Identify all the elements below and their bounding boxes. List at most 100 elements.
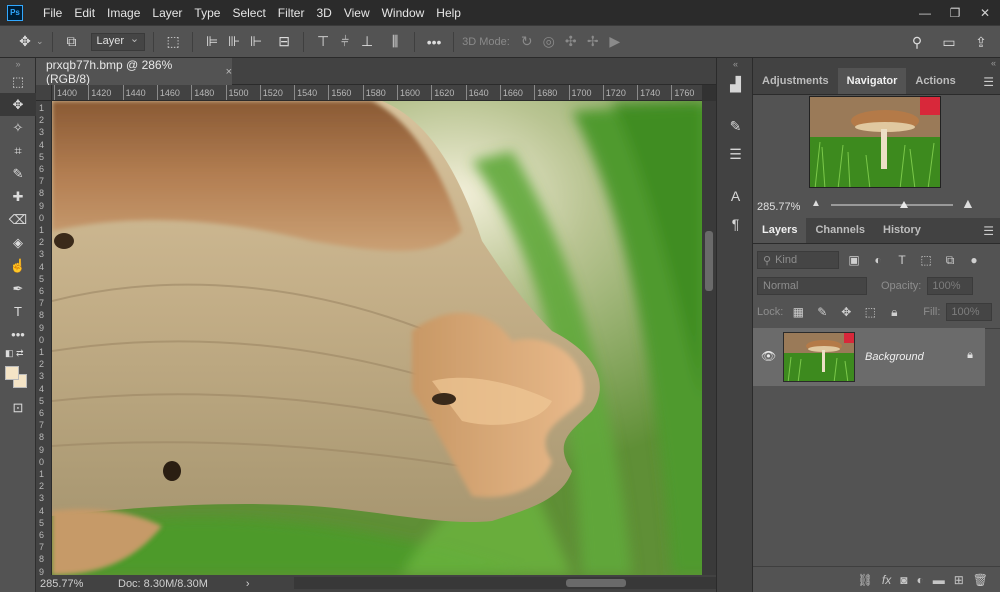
lock-all-icon[interactable]: 🔒︎ — [885, 305, 903, 320]
panel-menu-icon[interactable]: ☰ — [983, 75, 994, 89]
menu-filter[interactable]: Filter — [272, 6, 311, 20]
paint-bucket-tool-icon[interactable]: ◈ — [0, 231, 36, 254]
add-mask-icon[interactable]: ◙ — [900, 573, 907, 587]
type-tool-icon[interactable]: T — [0, 300, 36, 323]
image-canvas[interactable] — [52, 101, 702, 575]
align-top-icon[interactable]: ⊤ — [312, 33, 334, 50]
menu-window[interactable]: Window — [376, 6, 431, 20]
share-icon[interactable]: ⇪ — [970, 34, 992, 51]
collapse-icon[interactable]: « — [717, 58, 754, 70]
link-layers-icon[interactable]: ⛓ — [858, 573, 873, 587]
navigator-zoom-value[interactable]: 285.77% — [757, 201, 800, 213]
menu-layer[interactable]: Layer — [146, 6, 188, 20]
more-tools-icon[interactable]: ••• — [0, 323, 36, 346]
blend-mode-select[interactable]: Normal — [757, 277, 867, 295]
lock-artboard-icon[interactable]: ⬚ — [861, 305, 879, 319]
brush-settings-icon[interactable]: ✎ — [717, 112, 754, 140]
move-tool-icon[interactable]: ✥ — [0, 93, 36, 116]
new-layer-icon[interactable]: ⊞ — [954, 573, 964, 587]
menu-edit[interactable]: Edit — [68, 6, 101, 20]
close-button[interactable]: ✕ — [970, 6, 1000, 20]
distribute-v-icon[interactable]: ⫼ — [384, 33, 406, 50]
align-left-icon[interactable]: ⊫ — [201, 33, 223, 50]
kind-filter-select[interactable]: ⚲ Kind — [757, 251, 839, 269]
tab-layers[interactable]: Layers — [753, 217, 807, 243]
fill-field[interactable]: 100% — [946, 303, 993, 321]
auto-select-target[interactable]: Layer — [90, 32, 146, 51]
character-icon[interactable]: A — [717, 182, 754, 210]
menu-file[interactable]: File — [37, 6, 68, 20]
vertical-scrollbar[interactable] — [702, 101, 716, 575]
vertical-scroll-thumb[interactable] — [705, 231, 713, 291]
tab-channels[interactable]: Channels — [806, 217, 874, 243]
close-tab-icon[interactable]: × — [226, 66, 232, 78]
align-center-h-icon[interactable]: ⊪ — [223, 33, 245, 50]
transform-controls-icon[interactable]: ⬚ — [162, 33, 184, 50]
zoom-in-icon[interactable]: ▲ — [961, 195, 975, 211]
tab-adjustments[interactable]: Adjustments — [753, 68, 838, 94]
paragraph-icon[interactable]: ¶ — [717, 210, 754, 238]
align-right-icon[interactable]: ⊩ — [245, 33, 267, 50]
workspace-icon[interactable]: ▭ — [938, 34, 960, 51]
restore-button[interactable]: ❐ — [940, 6, 970, 20]
shape-layer-filter-icon[interactable]: ⬚ — [917, 253, 935, 267]
collapse-icon[interactable]: » — [0, 58, 36, 70]
panel-menu-icon[interactable]: ☰ — [983, 224, 994, 238]
navigator-zoom-slider[interactable] — [831, 201, 953, 208]
navigator-preview[interactable] — [809, 96, 941, 188]
adjustment-layer-filter-icon[interactable]: ◐ — [869, 253, 887, 267]
status-zoom[interactable]: 285.77% — [40, 578, 110, 590]
ruler-origin[interactable] — [36, 85, 52, 101]
foreground-color-swatch[interactable] — [5, 366, 19, 380]
new-adjustment-layer-icon[interactable]: ◐ — [916, 573, 923, 587]
layer-item-background[interactable]: 👁︎ Background 🔒︎ — [753, 328, 985, 386]
menu-select[interactable]: Select — [226, 6, 271, 20]
align-bottom-icon[interactable]: ⊥ — [356, 33, 378, 50]
marquee-tool-icon[interactable]: ⬚ — [0, 70, 36, 93]
quick-mask-icon[interactable]: ⊡ — [0, 396, 36, 419]
3d-camera-icon[interactable]: ▶ — [604, 33, 626, 50]
smudge-tool-icon[interactable]: ☝ — [0, 254, 36, 277]
tab-history[interactable]: History — [874, 217, 930, 243]
status-menu-arrow[interactable]: › — [246, 578, 250, 590]
brush-tool-icon[interactable]: ✎ — [0, 162, 36, 185]
3d-slide-icon[interactable]: ✢ — [582, 33, 604, 50]
tool-preset-dropdown-icon[interactable]: ⌄ — [36, 36, 44, 47]
new-group-icon[interactable]: ▬ — [933, 573, 945, 587]
crop-tool-icon[interactable]: ⌗ — [0, 139, 36, 162]
layer-lock-icon[interactable]: 🔒︎ — [967, 349, 973, 362]
3d-roll-icon[interactable]: ◎ — [538, 33, 560, 50]
opacity-field[interactable]: 100% — [927, 277, 974, 295]
smart-object-filter-icon[interactable]: ⧉ — [941, 253, 959, 268]
magic-wand-tool-icon[interactable]: ✧ — [0, 116, 36, 139]
horizontal-scroll-thumb[interactable] — [566, 579, 626, 587]
align-middle-v-icon[interactable]: ⫩ — [334, 33, 356, 50]
brush-presets-icon[interactable]: ☰ — [717, 140, 754, 168]
move-tool-icon[interactable]: ✥ — [14, 33, 36, 50]
menu-help[interactable]: Help — [430, 6, 467, 20]
filter-toggle-icon[interactable]: ● — [965, 253, 983, 267]
menu-image[interactable]: Image — [101, 6, 146, 20]
horizontal-ruler[interactable]: 1400 1420 1440 1460 1480 1500 1520 1540 1560 1580… — [52, 85, 702, 101]
minimize-button[interactable]: — — [910, 6, 940, 20]
swap-colors-icon[interactable]: ◧ ⇄ — [0, 346, 36, 360]
healing-brush-tool-icon[interactable]: ✚ — [0, 185, 36, 208]
vertical-ruler[interactable]: 123456789012345678901234567890123456789 — [36, 101, 52, 575]
lock-position-icon[interactable]: ✥ — [837, 305, 855, 319]
horizontal-scrollbar[interactable] — [294, 577, 734, 589]
auto-select-icon[interactable]: ⧉ — [61, 33, 83, 50]
layer-style-icon[interactable]: fx — [882, 573, 891, 587]
lock-transparency-icon[interactable]: ▦ — [789, 305, 807, 319]
menu-view[interactable]: View — [338, 6, 376, 20]
visibility-eye-icon[interactable]: 👁︎ — [761, 349, 776, 363]
menu-3d[interactable]: 3D — [310, 6, 337, 20]
layer-name[interactable]: Background — [865, 351, 924, 363]
tab-navigator[interactable]: Navigator — [837, 68, 907, 94]
zoom-out-icon[interactable]: ▲ — [811, 198, 821, 209]
pixel-layer-filter-icon[interactable]: ▣ — [845, 253, 863, 267]
3d-pan-icon[interactable]: ✣ — [560, 33, 582, 50]
search-icon[interactable]: ⚲ — [906, 34, 928, 51]
histogram-icon[interactable]: ▟ — [717, 70, 754, 98]
eraser-tool-icon[interactable]: ⌫ — [0, 208, 36, 231]
navigator-slider-knob[interactable] — [900, 201, 909, 208]
